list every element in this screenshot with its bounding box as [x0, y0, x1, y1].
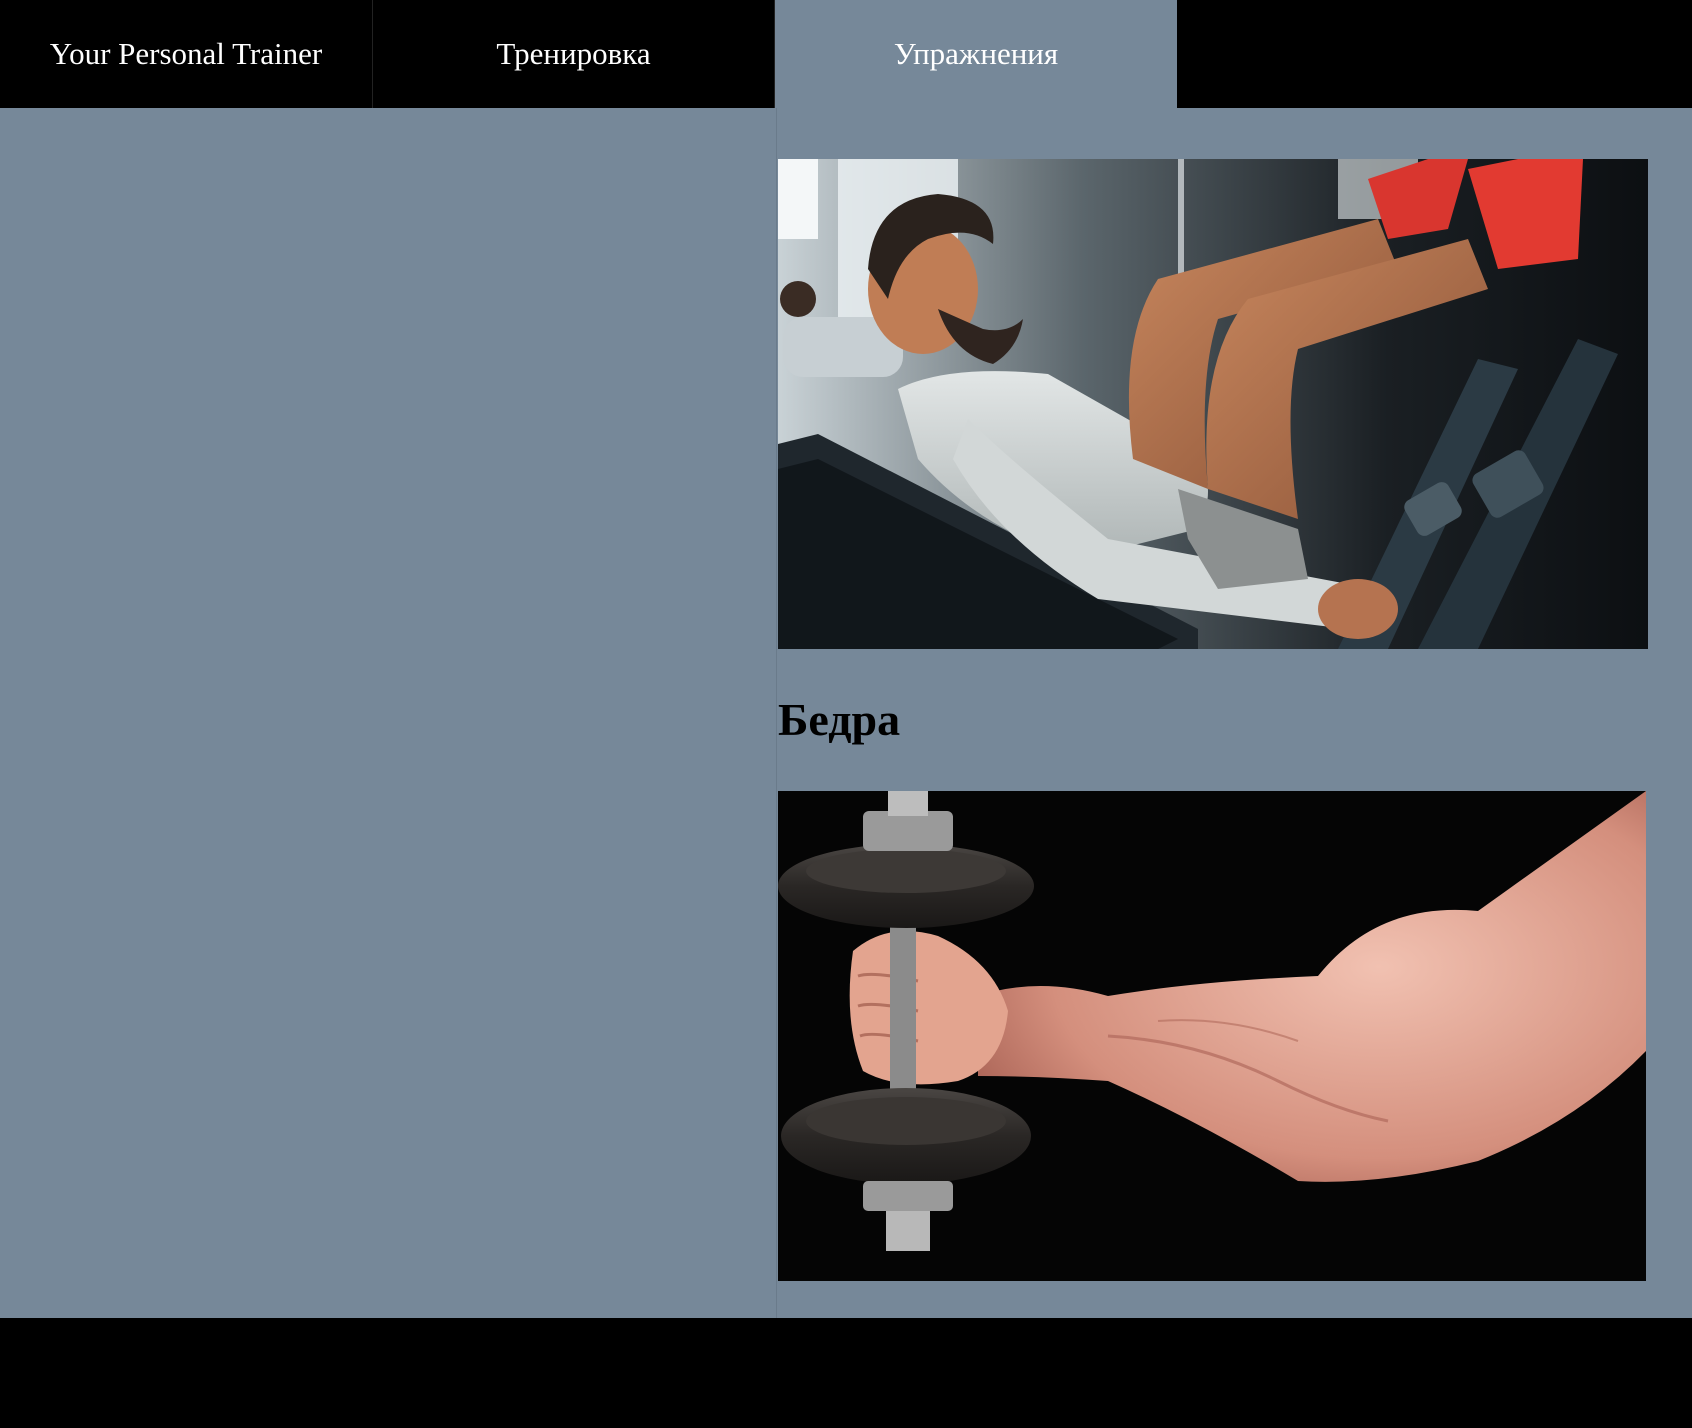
column-divider	[776, 108, 777, 1318]
top-navigation: Your Personal Trainer Тренировка Упражне…	[0, 0, 1692, 108]
nav-item-training[interactable]: Тренировка	[373, 0, 775, 108]
page-footer	[0, 1318, 1692, 1428]
leg-press-photo	[778, 159, 1648, 649]
arm-dumbbell-photo	[778, 791, 1646, 1281]
section-title: Бедра	[778, 694, 901, 745]
brand-link[interactable]: Your Personal Trainer	[0, 0, 373, 108]
nav-item-exercises[interactable]: Упражнения	[775, 0, 1177, 108]
